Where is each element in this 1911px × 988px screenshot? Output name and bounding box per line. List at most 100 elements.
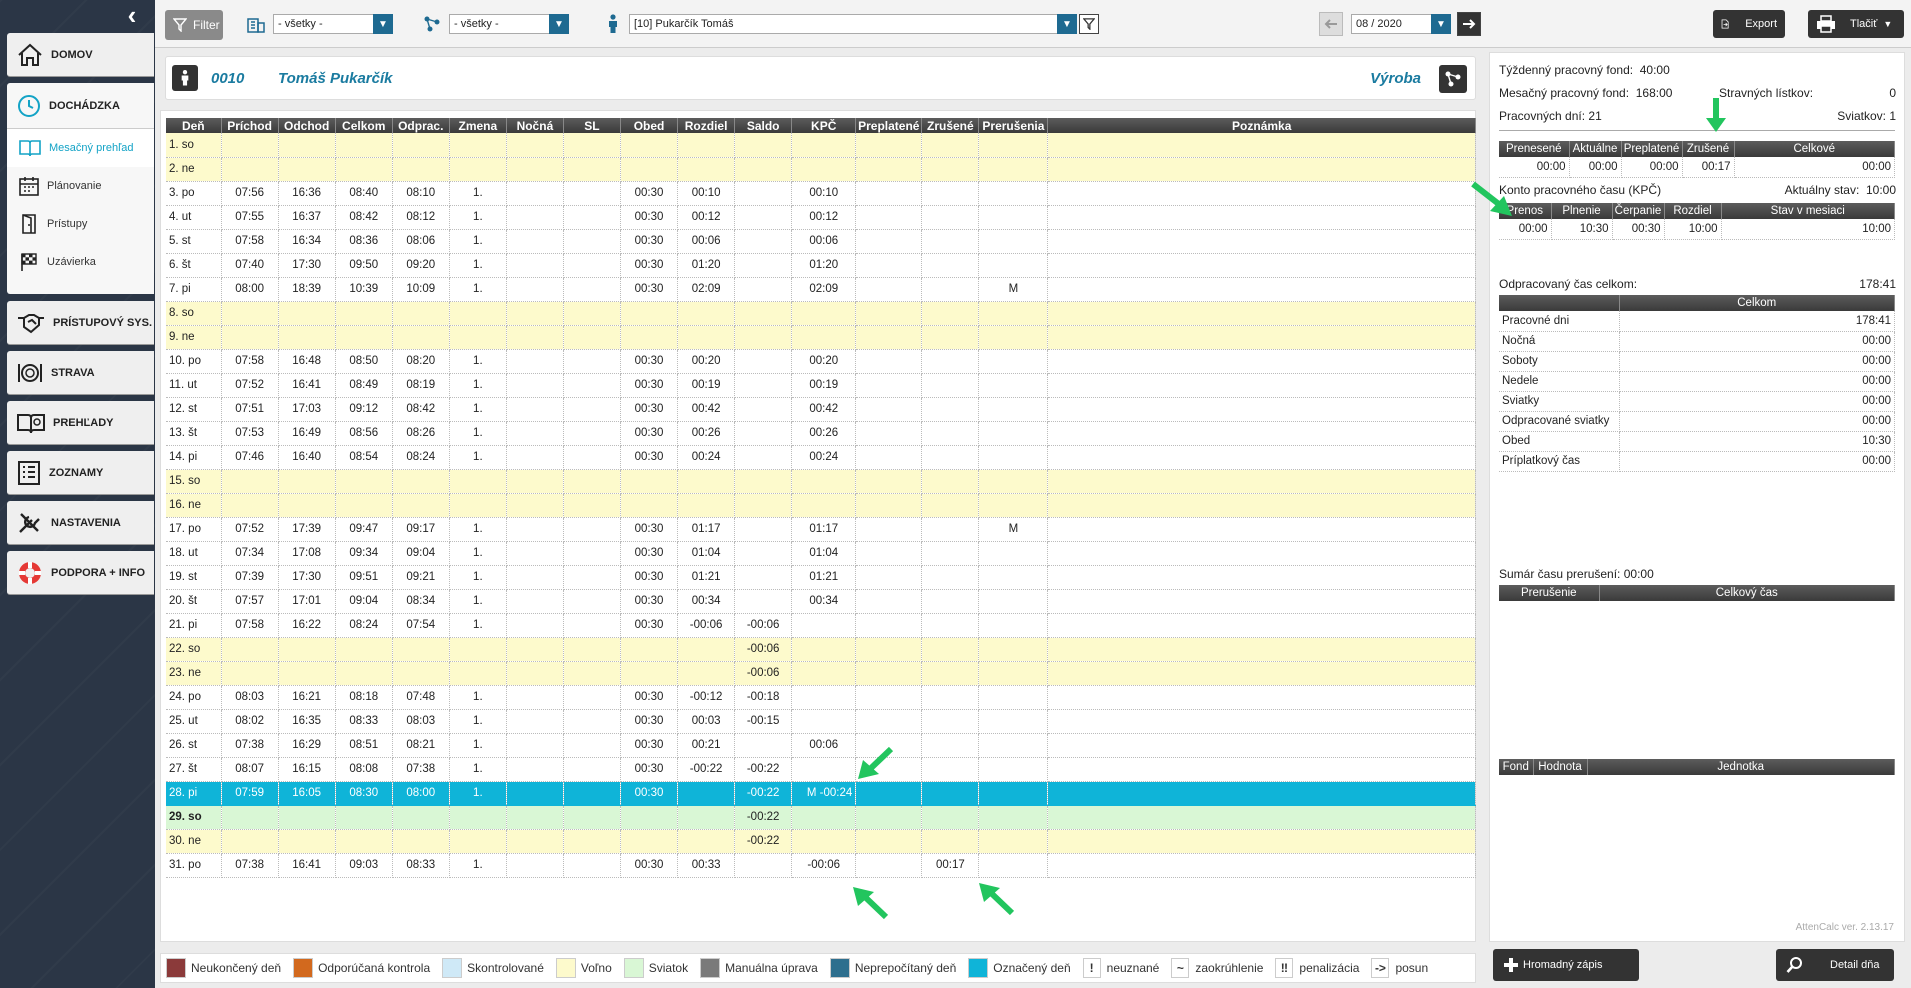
table-row[interactable]: 22. so -00:06 (166, 637, 1476, 662)
period-select[interactable]: 08 / 2020 ▼ (1351, 14, 1451, 34)
column-header[interactable]: SL (563, 118, 622, 133)
table-row[interactable]: 23. ne -00:06 (166, 661, 1476, 686)
column-header[interactable]: Príchod (221, 118, 279, 133)
chevron-down-icon[interactable]: ▼ (549, 14, 569, 34)
collapse-sidebar-icon[interactable]: ‹ (118, 2, 146, 30)
table-row[interactable]: 6. št 07:40 17:30 09:50 09:20 1. 00:30 01:20 01:… (166, 253, 1476, 278)
plate-icon (18, 363, 42, 382)
column-header[interactable]: Poznámka (1047, 118, 1476, 133)
column-header[interactable]: Deň (166, 118, 222, 133)
table-cell (392, 469, 450, 494)
table-row[interactable]: 19. st 07:39 17:30 09:51 09:21 1. 00:30 01:21 01… (166, 565, 1476, 590)
table-row[interactable]: 13. št 07:53 16:49 08:56 08:26 1. 00:30 00:26 00… (166, 421, 1476, 446)
table-row[interactable]: 20. št 07:57 17:01 09:04 08:34 1. 00:30 00:34 00… (166, 589, 1476, 614)
table-row[interactable]: 14. pi 07:46 16:40 08:54 08:24 1. 00:30 00:24 00… (166, 445, 1476, 470)
column-header[interactable]: Saldo (734, 118, 793, 133)
filter-button[interactable]: Filter (165, 10, 223, 40)
table-cell (335, 637, 393, 662)
breaks-table: Prerušenie Celkový čas (1499, 585, 1895, 601)
column-header: Čerpanie (1612, 203, 1665, 219)
table-cell (855, 181, 923, 206)
table-row[interactable]: 1. so (166, 133, 1476, 158)
nav-home[interactable]: DOMOV (7, 33, 154, 77)
table-row[interactable]: 15. so (166, 469, 1476, 494)
column-header[interactable]: Odprac. (392, 118, 450, 133)
column-header[interactable]: Rozdiel (677, 118, 736, 133)
column-header[interactable]: Obed (620, 118, 679, 133)
table-cell: 16:48 (278, 349, 336, 374)
table-cell (1047, 829, 1476, 854)
table-cell (563, 421, 622, 446)
nav-attendance[interactable]: DOCHÁDZKA (7, 83, 154, 129)
table-cell (335, 157, 393, 182)
org-filter: - všetky - ▼ (247, 13, 393, 35)
table-row[interactable]: 21. pi 07:58 16:22 08:24 07:54 1. 00:30 -00:06-… (166, 613, 1476, 638)
employee-select[interactable]: [10] Pukarčík Tomáš ▼ (629, 14, 1077, 34)
table-row[interactable]: 28. pi 07:59 16:05 08:30 08:00 1. 00:30 -00:22 M… (166, 781, 1476, 806)
table-cell (335, 133, 393, 158)
table-row[interactable]: 2. ne (166, 157, 1476, 182)
table-row[interactable]: 10. po 07:58 16:48 08:50 08:20 1. 00:30 00:20 00… (166, 349, 1476, 374)
day-detail-button[interactable]: Detail dňa (1776, 949, 1894, 981)
table-row[interactable]: 4. ut 07:55 16:37 08:42 08:12 1. 00:30 00:12 00:… (166, 205, 1476, 230)
prev-month-button[interactable] (1319, 12, 1343, 36)
funnel-icon (173, 18, 187, 32)
group-select[interactable]: - všetky - ▼ (449, 14, 569, 34)
nav-lists[interactable]: ZOZNAMY (7, 451, 154, 495)
column-header[interactable]: Odchod (278, 118, 336, 133)
table-row[interactable]: 31. po 07:38 16:41 09:03 08:33 1. 00:30 00:33 -0… (166, 853, 1476, 878)
chevron-down-icon[interactable]: ▼ (1057, 14, 1077, 34)
org-select[interactable]: - všetky - ▼ (273, 14, 393, 34)
chevron-down-icon[interactable]: ▼ (373, 14, 393, 34)
nav-planning[interactable]: Plánovanie (7, 167, 154, 205)
column-header[interactable]: Preplatené (855, 118, 923, 133)
column-header[interactable]: Prerušenia (978, 118, 1049, 133)
nav-accesses[interactable]: Prístupy (7, 205, 154, 243)
chevron-down-icon: ▼ (1883, 19, 1893, 29)
table-row[interactable]: 25. ut 08:02 16:35 08:33 08:03 1. 00:30 00:03 -0… (166, 709, 1476, 734)
table-row[interactable]: 27. št 08:07 16:15 08:08 07:38 1. 00:30 -00:22-… (166, 757, 1476, 782)
export-button[interactable]: Export (1713, 10, 1785, 38)
column-header[interactable]: Nočná (506, 118, 564, 133)
table-row[interactable]: 5. st 07:58 16:34 08:36 08:06 1. 00:30 00:06 00:… (166, 229, 1476, 254)
nav-closing[interactable]: Uzávierka (7, 243, 154, 281)
table-row[interactable]: 18. ut 07:34 17:08 09:34 09:04 1. 00:30 01:04 01… (166, 541, 1476, 566)
table-cell (278, 829, 336, 854)
nav-food[interactable]: STRAVA (7, 351, 154, 395)
table-cell (855, 565, 923, 590)
table-row[interactable]: 9. ne (166, 325, 1476, 350)
bulk-entry-button[interactable]: Hromadný zápis (1493, 949, 1639, 981)
nav-settings[interactable]: NASTAVENIA (7, 501, 154, 545)
print-button[interactable]: Tlačiť ▼ (1808, 10, 1904, 38)
column-header[interactable]: Zmena (449, 118, 507, 133)
table-cell (278, 637, 336, 662)
employee-info-button[interactable] (172, 65, 198, 91)
employee-filter-button[interactable] (1079, 14, 1099, 34)
table-row[interactable]: 17. po 07:52 17:39 09:47 09:17 1. 00:30 01:17 01… (166, 517, 1476, 542)
column-header[interactable]: Zrušené (921, 118, 980, 133)
next-month-button[interactable] (1457, 12, 1481, 36)
table-row[interactable]: 7. pi 08:00 18:39 10:39 10:09 1. 00:30 02:09 02:… (166, 277, 1476, 302)
table-row[interactable]: 11. ut 07:52 16:41 08:49 08:19 1. 00:30 00:19 00… (166, 373, 1476, 398)
table-cell: 10:09 (392, 277, 450, 302)
table-row[interactable]: 12. st 07:51 17:03 09:12 08:42 1. 00:30 00:42 00… (166, 397, 1476, 422)
table-row[interactable]: 8. so (166, 301, 1476, 326)
table-row[interactable]: 16. ne (166, 493, 1476, 518)
nav-monthly-overview[interactable]: Mesačný prehľad (7, 129, 154, 167)
table-row[interactable]: 24. po 08:03 16:21 08:18 07:48 1. 00:30 -00:12-… (166, 685, 1476, 710)
table-cell (921, 517, 980, 542)
table-row[interactable]: 29. so -00:22 (166, 805, 1476, 830)
table-row[interactable]: 30. ne -00:22 (166, 829, 1476, 854)
nav-access-system[interactable]: PRÍSTUPOVÝ SYS. (7, 301, 154, 345)
table-cell: 1. (449, 757, 507, 782)
book-icon (19, 140, 41, 157)
table-cell: 11. ut (166, 373, 222, 398)
table-row[interactable]: 3. po 07:56 16:36 08:40 08:10 1. 00:30 00:10 00:… (166, 181, 1476, 206)
nav-reports[interactable]: PREHĽADY (7, 401, 154, 445)
table-row[interactable]: 26. st 07:38 16:29 08:51 08:21 1. 00:30 00:21 00… (166, 733, 1476, 758)
chevron-down-icon[interactable]: ▼ (1431, 14, 1451, 34)
nav-support[interactable]: PODPORA + INFO (7, 551, 154, 595)
column-header[interactable]: KPČ (791, 118, 857, 133)
department-button[interactable] (1439, 65, 1467, 93)
column-header[interactable]: Celkom (335, 118, 393, 133)
